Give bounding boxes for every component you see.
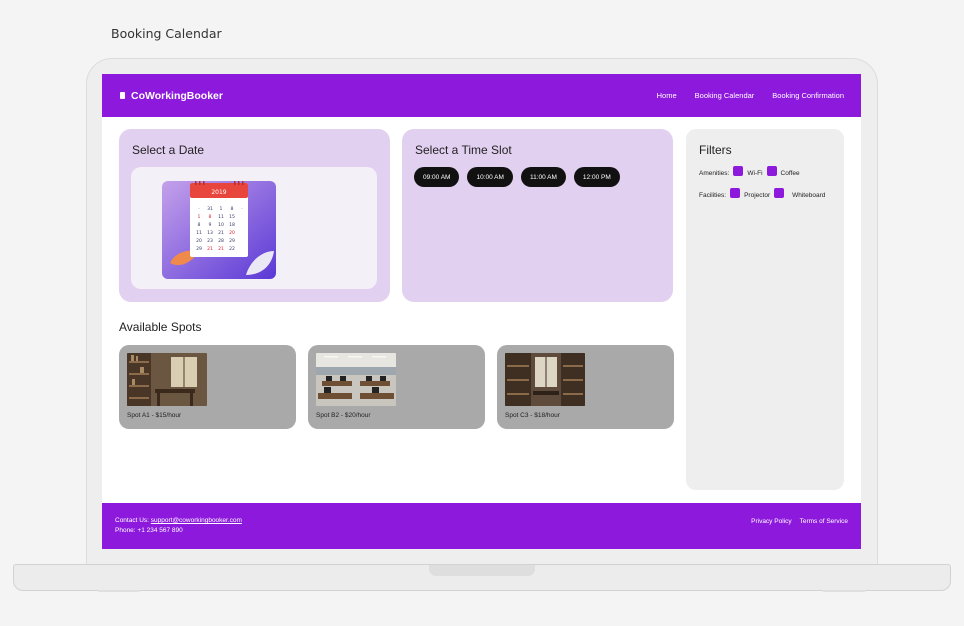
available-spots-title: Available Spots — [119, 320, 202, 334]
brand-name: CoWorkingBooker — [131, 89, 223, 102]
svg-text:8: 8 — [231, 206, 234, 212]
spot-label: Spot A1 - $15/hour — [127, 412, 182, 419]
svg-text:21: 21 — [218, 230, 224, 236]
spot-photo — [505, 353, 585, 406]
spot-card[interactable]: Spot A1 - $15/hour — [119, 345, 296, 429]
time-slot-list: 09:00 AM 10:00 AM 11:00 AM 12:00 PM — [414, 167, 620, 187]
spot-photo — [127, 353, 207, 406]
amenities-filter: Amenities: Wi-Fi Coffee — [699, 165, 839, 180]
svg-text:·: · — [241, 207, 242, 212]
building-icon — [120, 92, 125, 99]
terms-of-service-link[interactable]: Terms of Service — [800, 518, 848, 525]
svg-text:31: 31 — [207, 206, 213, 212]
spot-card[interactable]: Spot C3 - $18/hour — [497, 345, 674, 429]
nav-link-booking-confirmation[interactable]: Booking Confirmation — [772, 91, 844, 100]
laptop-foot-right — [823, 590, 865, 592]
svg-text:8: 8 — [198, 222, 201, 228]
brand-logo[interactable]: CoWorkingBooker — [120, 90, 223, 102]
time-slot-button[interactable]: 12:00 PM — [573, 167, 620, 187]
time-slot-button[interactable]: 10:00 AM — [467, 167, 513, 187]
amenities-label: Amenities: — [699, 170, 730, 177]
coffee-checkbox[interactable] — [766, 165, 777, 176]
svg-text:20: 20 — [229, 230, 235, 236]
svg-text:11: 11 — [218, 214, 224, 220]
svg-text:21: 21 — [207, 246, 213, 252]
contact-info: Contact Us: support@coworkingbooker.com … — [115, 516, 242, 536]
spot-label: Spot C3 - $18/hour — [505, 412, 560, 419]
calendar-year: 2019 — [211, 189, 226, 196]
svg-text:·: · — [198, 207, 199, 212]
whiteboard-label: Whiteboard — [792, 192, 826, 199]
svg-text:10: 10 — [218, 222, 224, 228]
svg-text:20: 20 — [196, 238, 202, 244]
svg-text:1: 1 — [198, 214, 201, 220]
coffee-label: Coffee — [780, 170, 800, 177]
svg-text:29: 29 — [196, 246, 202, 252]
contact-phone: Phone: +1 234 567 890 — [115, 527, 183, 534]
wifi-checkbox[interactable] — [733, 165, 744, 176]
page-caption: Booking Calendar — [111, 26, 222, 41]
filters-panel: Filters Amenities: Wi-Fi Coffee Faciliti… — [686, 129, 844, 490]
privacy-policy-link[interactable]: Privacy Policy — [751, 518, 791, 525]
svg-text:1: 1 — [220, 206, 223, 212]
svg-text:18: 18 — [229, 222, 235, 228]
date-picker-area[interactable]: 2019 · 31 1 8 · 1 8 11 15 8 9 10 18 11 13 21 20 20 23 2… — [131, 167, 377, 289]
projector-label: Projector — [744, 192, 771, 199]
page-footer: Contact Us: support@coworkingbooker.com … — [102, 503, 861, 549]
svg-text:13: 13 — [207, 230, 213, 236]
time-slot-button[interactable]: 11:00 AM — [520, 167, 566, 187]
time-slot-button[interactable]: 09:00 AM — [414, 167, 460, 187]
laptop-notch — [429, 565, 535, 576]
contact-email-link[interactable]: support@coworkingbooker.com — [151, 517, 242, 524]
whiteboard-checkbox[interactable] — [774, 187, 785, 198]
nav-link-booking-calendar[interactable]: Booking Calendar — [695, 91, 755, 100]
date-card: Select a Date 2019 · 31 1 8 · 1 8 11 15 … — [119, 129, 390, 302]
svg-text:23: 23 — [207, 238, 213, 244]
footer-links: Privacy Policy Terms of Service — [751, 518, 848, 525]
time-card-title: Select a Time Slot — [415, 143, 512, 157]
calendar-icon: 2019 · 31 1 8 · 1 8 11 15 8 9 10 18 11 13 21 20 20 23 2… — [162, 181, 276, 279]
svg-text:29: 29 — [229, 238, 235, 244]
svg-text:9: 9 — [209, 222, 212, 228]
svg-text:21: 21 — [218, 246, 224, 252]
spot-card[interactable]: Spot B2 - $20/hour — [308, 345, 485, 429]
contact-prefix: Contact Us: — [115, 517, 149, 524]
svg-text:11: 11 — [196, 230, 202, 236]
date-card-title: Select a Date — [132, 143, 205, 157]
facilities-filter: Facilities: Projector Whiteboard — [699, 187, 839, 202]
svg-text:15: 15 — [229, 214, 235, 220]
svg-text:22: 22 — [229, 246, 235, 252]
nav-links: Home Booking Calendar Booking Confirmati… — [657, 91, 844, 100]
top-navbar: CoWorkingBooker Home Booking Calendar Bo… — [102, 74, 861, 117]
projector-checkbox[interactable] — [730, 187, 741, 198]
svg-text:8: 8 — [209, 214, 212, 220]
filters-title: Filters — [699, 143, 732, 157]
app-screen: CoWorkingBooker Home Booking Calendar Bo… — [102, 74, 861, 549]
spot-label: Spot B2 - $20/hour — [316, 412, 371, 419]
wifi-label: Wi-Fi — [747, 170, 763, 177]
facilities-label: Facilities: — [699, 192, 727, 199]
time-card: Select a Time Slot 09:00 AM 10:00 AM 11:… — [402, 129, 673, 302]
spot-photo — [316, 353, 396, 406]
svg-text:28: 28 — [218, 238, 224, 244]
laptop-foot-left — [98, 590, 140, 592]
nav-link-home[interactable]: Home — [657, 91, 677, 100]
